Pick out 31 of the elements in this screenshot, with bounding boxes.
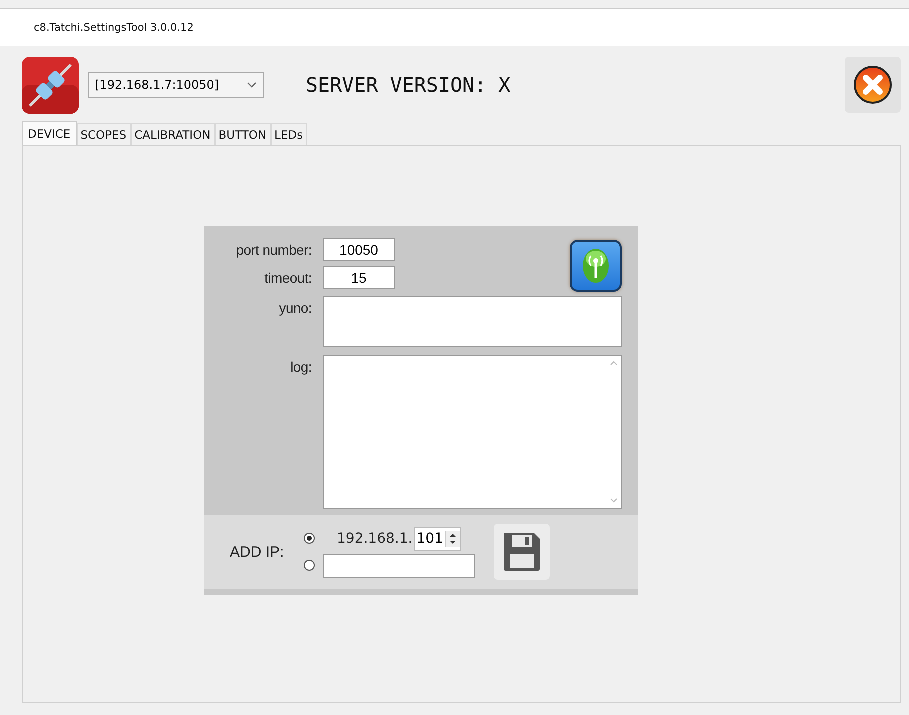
- ip-prefix: 192.168.1.: [337, 530, 413, 546]
- server-version: SERVER VERSION: X: [306, 73, 511, 97]
- close-button[interactable]: [845, 57, 901, 113]
- tab[interactable]: CALIBRATION: [130, 123, 215, 145]
- connection-dropdown[interactable]: [192.168.1.7:10050]: [88, 72, 264, 98]
- radio-button[interactable]: [304, 560, 315, 571]
- radio-button[interactable]: [304, 533, 315, 544]
- tab[interactable]: DEVICE: [22, 121, 77, 145]
- spin-down-icon[interactable]: [449, 540, 458, 544]
- field-label: port number:: [235, 242, 312, 258]
- plug-logo-icon[interactable]: [22, 56, 79, 114]
- field-label: yuno:: [278, 300, 312, 316]
- ip-spinner[interactable]: 101: [414, 526, 462, 550]
- antenna-icon: [580, 248, 612, 284]
- tab[interactable]: SCOPES: [76, 123, 131, 145]
- tab[interactable]: LEDs: [270, 123, 308, 145]
- tab[interactable]: BUTTON: [214, 123, 271, 145]
- caret-icon: [247, 82, 257, 88]
- spin-up-icon[interactable]: [449, 532, 458, 538]
- save-button[interactable]: [494, 524, 550, 580]
- window-title: c8.Tatchi.SettingsTool 3.0.0.12: [34, 22, 194, 34]
- save-icon: [502, 531, 542, 573]
- add-ip-label: ADD IP:: [230, 544, 286, 560]
- close-icon: [853, 65, 893, 105]
- field-label: log:: [290, 359, 312, 375]
- timeout-field[interactable]: 15: [323, 266, 395, 289]
- ip-field[interactable]: [323, 554, 475, 578]
- port-field[interactable]: 10050: [323, 238, 395, 261]
- field-label: timeout:: [264, 270, 312, 286]
- yuno-field[interactable]: [323, 296, 622, 347]
- antenna-button[interactable]: [570, 240, 622, 292]
